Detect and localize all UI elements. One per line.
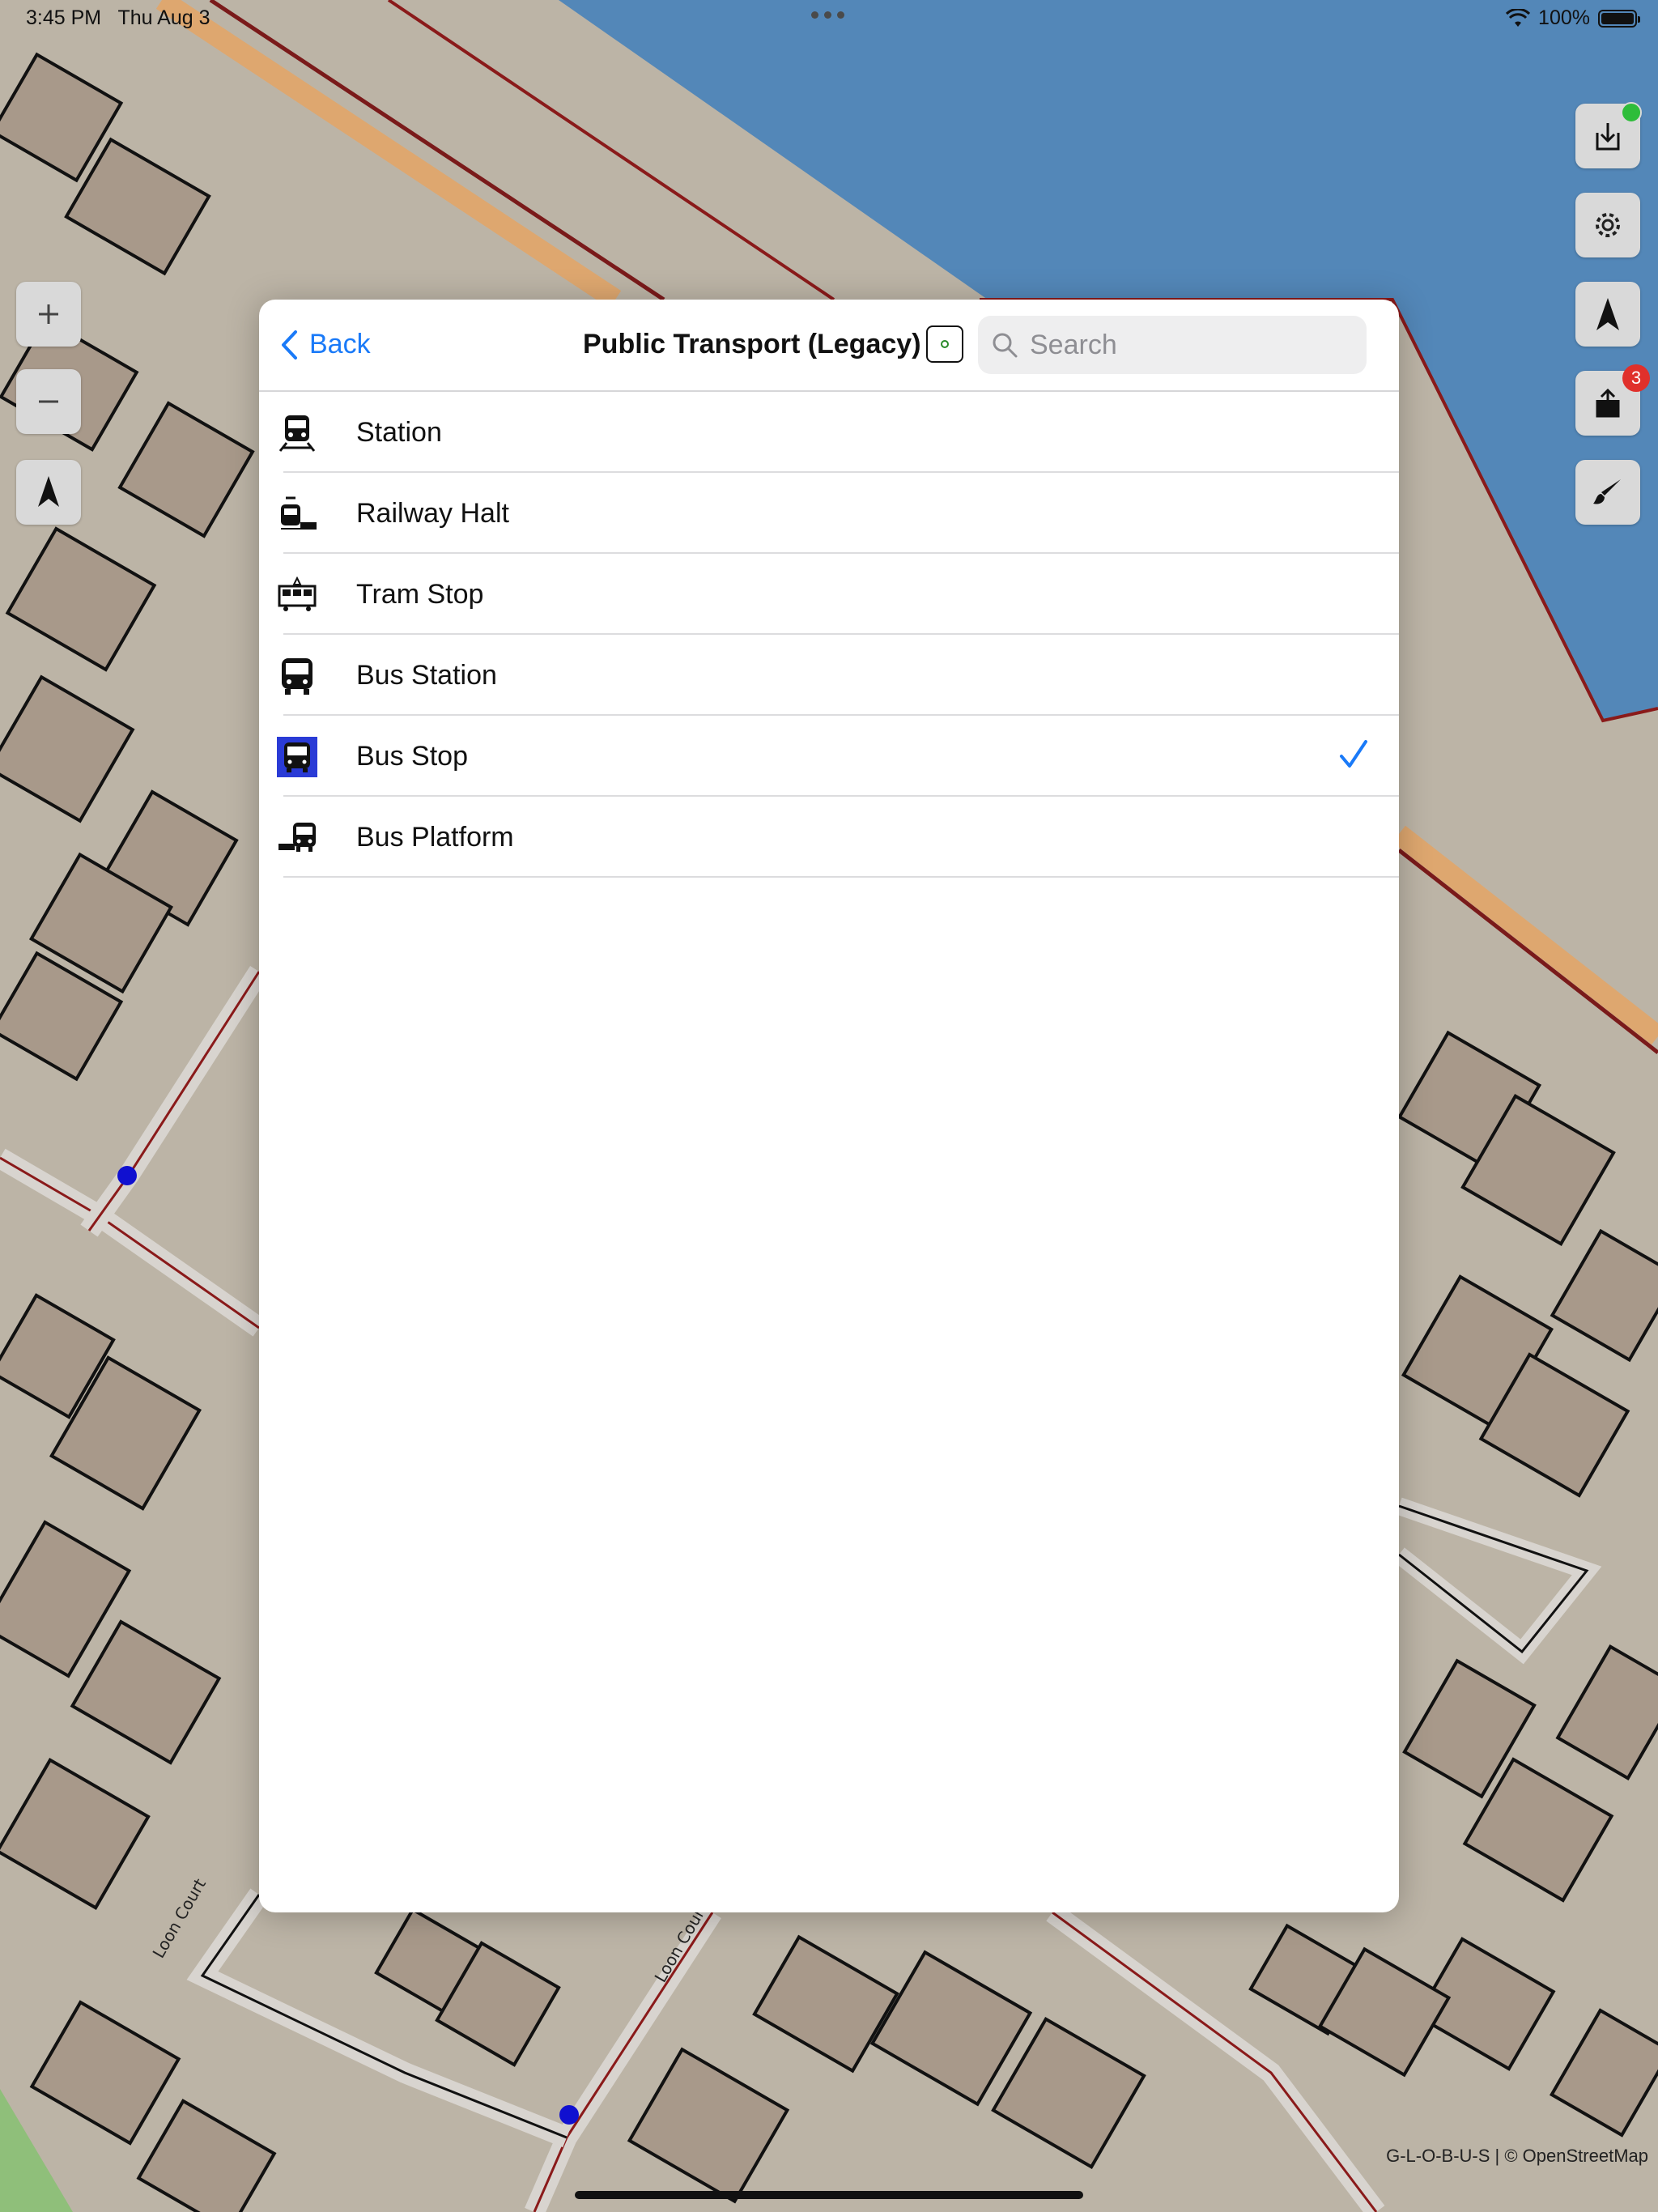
- map-attribution[interactable]: G-L-O-B-U-S | © OpenStreetMap: [1386, 2146, 1648, 2167]
- north-up-button[interactable]: [16, 460, 81, 525]
- multitasking-menu[interactable]: [811, 11, 844, 19]
- scan-icon: [941, 340, 949, 348]
- list-item-label: Station: [356, 416, 442, 448]
- zoom-out-button[interactable]: [16, 369, 81, 434]
- map-node: [559, 2105, 579, 2125]
- bus-stop-icon: [277, 737, 317, 777]
- list-item-label: Bus Stop: [356, 740, 468, 772]
- scan-button[interactable]: [926, 325, 963, 363]
- map-node: [117, 1166, 137, 1185]
- preset-panel: Back Public Transport (Legacy) Station R…: [259, 300, 1399, 1912]
- list-item-label: Railway Halt: [356, 497, 509, 529]
- list-item-bus-platform[interactable]: Bus Platform: [259, 797, 1399, 878]
- search-input[interactable]: [1028, 328, 1355, 362]
- train-station-icon: [277, 413, 317, 453]
- zoom-out-icon: [39, 400, 58, 403]
- list-item-bus-stop[interactable]: Bus Stop: [259, 716, 1399, 797]
- list-item-station[interactable]: Station: [259, 392, 1399, 473]
- status-date: Thu Aug 3: [117, 6, 210, 29]
- style-button[interactable]: [1575, 460, 1640, 525]
- wifi-icon: [1506, 8, 1531, 27]
- download-button[interactable]: [1575, 102, 1642, 168]
- gear-icon: [1596, 213, 1620, 237]
- battery-icon: [1598, 9, 1640, 28]
- battery-percent: 100%: [1538, 6, 1590, 29]
- upload-button[interactable]: 3: [1575, 364, 1650, 436]
- navigation-bar: Back Public Transport (Legacy): [259, 300, 1399, 392]
- status-bar-left: 3:45 PM Thu Aug 3: [26, 6, 210, 30]
- bus-station-icon: [277, 656, 317, 696]
- search-bar[interactable]: [978, 316, 1367, 374]
- status-bar-right: 100%: [1506, 6, 1640, 30]
- list-item-label: Tram Stop: [356, 578, 484, 610]
- bus-platform-icon: [277, 818, 317, 858]
- upload-count-badge: 3: [1622, 364, 1650, 392]
- status-dot: [1621, 102, 1642, 123]
- paintbrush-icon: [1593, 479, 1621, 504]
- zoom-in-button[interactable]: [16, 282, 81, 347]
- location-arrow-icon: [1596, 298, 1619, 330]
- list-item-label: Bus Station: [356, 659, 497, 691]
- zoom-in-icon: [39, 304, 58, 324]
- upload-icon: [1596, 389, 1620, 418]
- search-icon: [993, 333, 1018, 358]
- chevron-left-icon: [282, 330, 297, 359]
- page-title: Public Transport (Legacy): [583, 329, 921, 359]
- list-item-bus-station[interactable]: Bus Station: [259, 635, 1399, 716]
- north-arrow-icon: [38, 476, 59, 507]
- list-item-label: Bus Platform: [356, 821, 514, 853]
- download-icon: [1596, 123, 1620, 151]
- location-button[interactable]: [1575, 282, 1640, 347]
- home-indicator[interactable]: [575, 2191, 1083, 2199]
- back-label: Back: [309, 329, 371, 359]
- back-button[interactable]: Back: [280, 329, 371, 360]
- list-item-tram-stop[interactable]: Tram Stop: [259, 554, 1399, 635]
- checkmark-icon: [1340, 740, 1367, 768]
- settings-button[interactable]: [1575, 193, 1640, 257]
- list-item-railway-halt[interactable]: Railway Halt: [259, 473, 1399, 554]
- railway-halt-icon: [277, 494, 317, 534]
- status-time: 3:45 PM: [26, 6, 102, 29]
- tram-icon: [277, 575, 317, 615]
